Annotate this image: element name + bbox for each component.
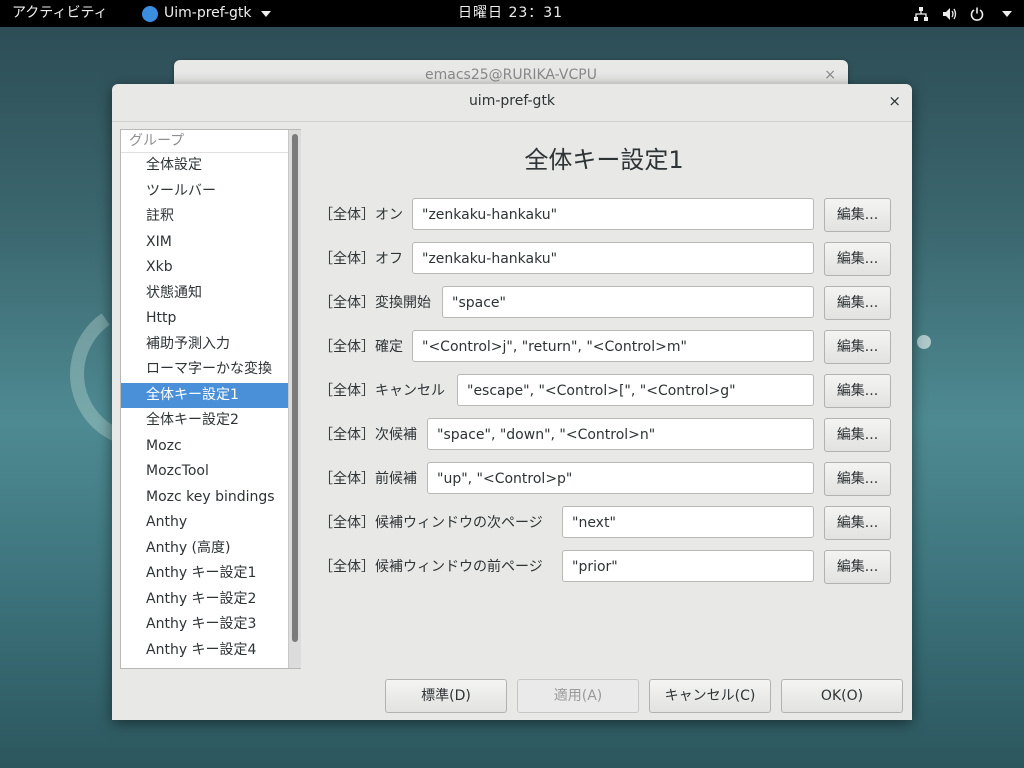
- sidebar-item[interactable]: 状態通知: [121, 281, 300, 307]
- top-bar: アクティビティ Uim-pref-gtk 日曜日 23：31: [0, 0, 1024, 27]
- sidebar-item[interactable]: Anthy キー設定3: [121, 612, 300, 638]
- sidebar-item[interactable]: Anthy (高度): [121, 536, 300, 562]
- chevron-down-icon: [261, 10, 272, 17]
- edit-button[interactable]: 編集...: [824, 242, 891, 276]
- app-menu[interactable]: Uim-pref-gtk: [142, 0, 272, 27]
- setting-row: ［全体］オフ "zenkaku-hankaku": [319, 242, 819, 276]
- setting-label: ［全体］候補ウィンドウの次ページ: [319, 515, 543, 531]
- sidebar-item[interactable]: 全体キー設定2: [121, 408, 300, 434]
- network-icon: [914, 6, 928, 21]
- scrollbar[interactable]: [288, 130, 301, 668]
- key-binding-field[interactable]: "prior": [562, 550, 814, 582]
- dialog-titlebar[interactable]: uim-pref-gtk ×: [112, 84, 912, 122]
- activities-button[interactable]: アクティビティ: [12, 0, 108, 27]
- setting-label: ［全体］候補ウィンドウの前ページ: [319, 559, 543, 575]
- sidebar-item[interactable]: Http: [121, 306, 300, 332]
- sidebar-item[interactable]: Mozc key bindings: [121, 485, 300, 511]
- app-menu-label: Uim-pref-gtk: [164, 5, 252, 21]
- setting-label: ［全体］オン: [319, 207, 403, 223]
- sidebar-item[interactable]: ローマ字ーかな変換: [121, 357, 300, 383]
- wallpaper-decoration: [917, 335, 931, 349]
- background-window-title: emacs25@RURIKA-VCPU: [425, 67, 597, 83]
- setting-row: ［全体］オン "zenkaku-hankaku": [319, 198, 819, 232]
- edit-button[interactable]: 編集...: [824, 198, 891, 232]
- edit-button[interactable]: 編集...: [824, 550, 891, 584]
- sidebar-item[interactable]: Xkb: [121, 255, 300, 281]
- key-binding-field[interactable]: "escape", "<Control>[", "<Control>g": [457, 374, 814, 406]
- volume-icon: [942, 7, 957, 21]
- power-icon: [970, 7, 984, 21]
- sidebar-item[interactable]: Mozc: [121, 434, 300, 460]
- chevron-down-icon: [1002, 10, 1012, 17]
- edit-button[interactable]: 編集...: [824, 374, 891, 408]
- edit-button[interactable]: 編集...: [824, 462, 891, 496]
- edit-button[interactable]: 編集...: [824, 286, 891, 320]
- cancel-button[interactable]: キャンセル(C): [649, 679, 771, 713]
- setting-label: ［全体］キャンセル: [319, 383, 445, 399]
- sidebar-item[interactable]: XIM: [121, 230, 300, 256]
- dialog-title: uim-pref-gtk: [468, 93, 556, 109]
- page-title: 全体キー設定1: [524, 146, 684, 174]
- key-binding-field[interactable]: "next": [562, 506, 814, 538]
- close-icon[interactable]: ×: [888, 92, 901, 110]
- system-menu[interactable]: [914, 0, 1012, 27]
- ok-button[interactable]: OK(O): [781, 679, 903, 713]
- group-list: グループ 全体設定 ツールバー 註釈 XIM Xkb 状態通知 Http 補助予測入力 ローマ字…: [120, 129, 301, 669]
- setting-row: ［全体］前候補 "up", "<Control>p": [319, 462, 819, 496]
- sidebar-item[interactable]: Anthy キー設定2: [121, 587, 300, 613]
- sidebar-item[interactable]: Anthy キー設定4: [121, 638, 300, 664]
- sidebar-item[interactable]: Anthy キー設定1: [121, 561, 300, 587]
- preferences-dialog: uim-pref-gtk × グループ 全体設定 ツールバー 註釈 XIM Xkb 状態通…: [112, 84, 912, 720]
- default-button[interactable]: 標準(D): [385, 679, 507, 713]
- setting-row: ［全体］候補ウィンドウの次ページ "next": [319, 506, 819, 540]
- apply-button[interactable]: 適用(A): [517, 679, 639, 713]
- key-binding-field[interactable]: "zenkaku-hankaku": [412, 198, 814, 230]
- setting-label: ［全体］前候補: [319, 471, 417, 487]
- setting-row: ［全体］キャンセル "escape", "<Control>[", "<Contr…: [319, 374, 819, 408]
- sidebar-item[interactable]: Anthy: [121, 510, 300, 536]
- sidebar-item[interactable]: 補助予測入力: [121, 332, 300, 358]
- clock[interactable]: 日曜日 23：31: [458, 0, 563, 27]
- group-list-items: 全体設定 ツールバー 註釈 XIM Xkb 状態通知 Http 補助予測入力 ローマ字ーかな変換…: [121, 153, 300, 663]
- setting-row: ［全体］次候補 "space", "down", "<Control>n": [319, 418, 819, 452]
- setting-label: ［全体］変換開始: [319, 295, 431, 311]
- edit-button[interactable]: 編集...: [824, 418, 891, 452]
- setting-row: ［全体］変換開始 "space": [319, 286, 819, 320]
- setting-label: ［全体］オフ: [319, 251, 403, 267]
- setting-label: ［全体］次候補: [319, 427, 417, 443]
- app-logo-icon: [142, 5, 158, 22]
- sidebar-item[interactable]: 全体キー設定1: [121, 382, 300, 408]
- edit-button[interactable]: 編集...: [824, 330, 891, 364]
- key-binding-field[interactable]: "zenkaku-hankaku": [412, 242, 814, 274]
- key-binding-field[interactable]: "<Control>j", "return", "<Control>m": [412, 330, 814, 362]
- sidebar-item[interactable]: 註釈: [121, 204, 300, 230]
- key-binding-field[interactable]: "up", "<Control>p": [427, 462, 814, 494]
- setting-row: ［全体］確定 "<Control>j", "return", "<Control>…: [319, 330, 819, 364]
- group-list-header: グループ: [121, 130, 300, 153]
- key-binding-field[interactable]: "space", "down", "<Control>n": [427, 418, 814, 450]
- close-icon[interactable]: ×: [824, 67, 836, 83]
- sidebar-item[interactable]: ツールバー: [121, 179, 300, 205]
- sidebar-item[interactable]: 全体設定: [121, 153, 300, 179]
- setting-label: ［全体］確定: [319, 339, 403, 355]
- sidebar-item[interactable]: MozcTool: [121, 459, 300, 485]
- setting-row: ［全体］候補ウィンドウの前ページ "prior": [319, 550, 819, 584]
- edit-button[interactable]: 編集...: [824, 506, 891, 540]
- scrollbar-thumb[interactable]: [292, 134, 298, 642]
- key-binding-field[interactable]: "space": [442, 286, 814, 318]
